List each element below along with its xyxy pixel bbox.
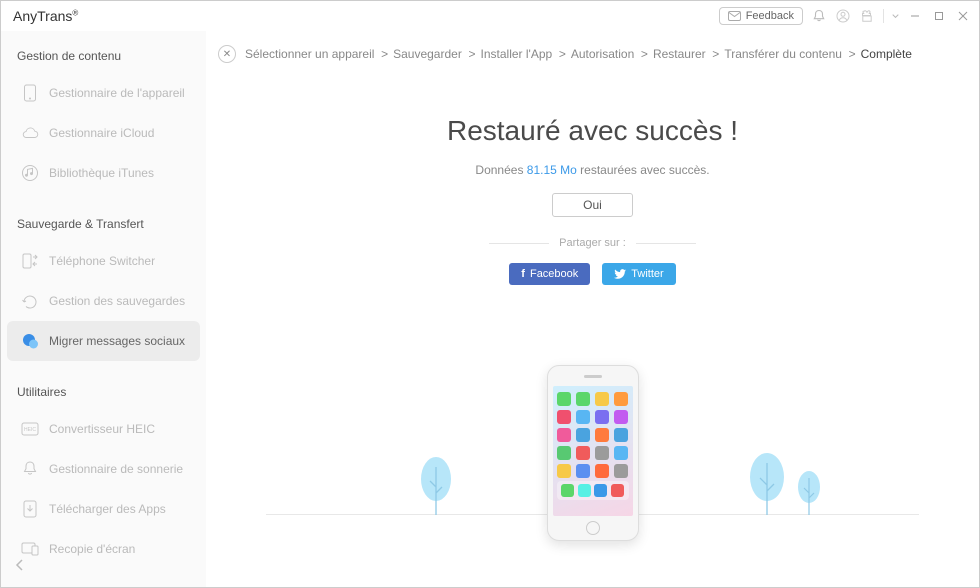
app-icon bbox=[576, 428, 590, 442]
app-icon bbox=[576, 446, 590, 460]
window-controls: Feedback bbox=[719, 7, 971, 25]
app-icon bbox=[557, 392, 571, 406]
tree-icon bbox=[416, 457, 456, 515]
sidebar-item-label: Recopie d'écran bbox=[49, 542, 135, 556]
sidebar-section-content: Gestion de contenu bbox=[1, 43, 206, 73]
illustration bbox=[266, 359, 919, 549]
success-subline: Données 81.15 Mo restaurées avec succès. bbox=[206, 163, 979, 177]
sidebar-item-social-messages[interactable]: Migrer messages sociaux bbox=[7, 321, 200, 361]
sidebar-item-switcher[interactable]: Téléphone Switcher bbox=[7, 241, 200, 281]
breadcrumb-close-icon[interactable]: ✕ bbox=[218, 45, 236, 63]
breadcrumb-step-active[interactable]: Complète bbox=[861, 47, 912, 61]
breadcrumb-step[interactable]: Installer l'App > bbox=[481, 47, 566, 61]
feedback-label: Feedback bbox=[746, 10, 794, 22]
facebook-icon: f bbox=[521, 268, 525, 280]
dock-app-icon bbox=[561, 484, 574, 497]
dock-app-icon bbox=[594, 484, 607, 497]
sidebar-section-utilities: Utilitaires bbox=[1, 379, 206, 409]
breadcrumb-step[interactable]: Sélectionner un appareil > bbox=[245, 47, 388, 61]
sidebar-item-label: Gestion des sauvegardes bbox=[49, 294, 185, 308]
twitter-icon bbox=[614, 269, 626, 279]
share-label: Partager sur : bbox=[559, 237, 626, 249]
maximize-icon[interactable] bbox=[931, 8, 947, 24]
app-icon bbox=[557, 410, 571, 424]
tree-icon bbox=[794, 471, 824, 515]
sidebar-item-label: Gestionnaire de l'appareil bbox=[49, 86, 185, 100]
sidebar-collapse-icon[interactable] bbox=[15, 558, 25, 577]
sidebar-item-label: Bibliothèque iTunes bbox=[49, 166, 154, 180]
sidebar-section-backup: Sauvegarde & Transfert bbox=[1, 211, 206, 241]
music-icon bbox=[21, 164, 39, 182]
app-icon bbox=[557, 464, 571, 478]
minimize-icon[interactable] bbox=[907, 8, 923, 24]
breadcrumb-step[interactable]: Sauvegarder > bbox=[393, 47, 475, 61]
facebook-button[interactable]: fFacebook bbox=[509, 263, 590, 285]
brand: AnyTrans® bbox=[13, 8, 78, 24]
switch-icon bbox=[21, 252, 39, 270]
sidebar-item-icloud[interactable]: Gestionnaire iCloud bbox=[7, 113, 200, 153]
app-icon bbox=[576, 410, 590, 424]
dock-app-icon bbox=[578, 484, 591, 497]
sidebar-item-ringtone[interactable]: Gestionnaire de sonnerie bbox=[7, 449, 200, 489]
sidebar-item-label: Gestionnaire de sonnerie bbox=[49, 462, 183, 476]
sidebar-item-label: Téléphone Switcher bbox=[49, 254, 155, 268]
sidebar: Gestion de contenu Gestionnaire de l'app… bbox=[1, 31, 206, 587]
app-icon bbox=[595, 392, 609, 406]
dock-app-icon bbox=[611, 484, 624, 497]
breadcrumb-step[interactable]: Autorisation > bbox=[571, 47, 648, 61]
tree-icon bbox=[745, 453, 789, 515]
mirror-icon bbox=[21, 540, 39, 558]
restored-size: 81.15 Mo bbox=[527, 163, 577, 177]
success-title: Restauré avec succès ! bbox=[206, 115, 979, 147]
sidebar-item-itunes[interactable]: Bibliothèque iTunes bbox=[7, 153, 200, 193]
sidebar-item-label: Gestionnaire iCloud bbox=[49, 126, 154, 140]
sidebar-item-label: Télécharger des Apps bbox=[49, 502, 166, 516]
breadcrumb: ✕ Sélectionner un appareil > Sauvegarder… bbox=[206, 31, 979, 73]
account-icon[interactable] bbox=[835, 8, 851, 24]
titlebar: AnyTrans® Feedback bbox=[1, 1, 979, 31]
sidebar-item-label: Migrer messages sociaux bbox=[49, 334, 185, 348]
ok-button[interactable]: Oui bbox=[552, 193, 633, 217]
sidebar-item-label: Convertisseur HEIC bbox=[49, 422, 155, 436]
cloud-icon bbox=[21, 124, 39, 142]
feedback-button[interactable]: Feedback bbox=[719, 7, 803, 25]
app-icon bbox=[557, 428, 571, 442]
svg-text:HEIC: HEIC bbox=[24, 427, 36, 433]
app-icon bbox=[614, 428, 628, 442]
app-icon bbox=[595, 410, 609, 424]
app-icon bbox=[614, 392, 628, 406]
close-icon[interactable] bbox=[955, 8, 971, 24]
main-panel: ✕ Sélectionner un appareil > Sauvegarder… bbox=[206, 31, 979, 587]
sidebar-item-screen-mirror[interactable]: Recopie d'écran bbox=[7, 529, 200, 569]
app-icon bbox=[595, 428, 609, 442]
sidebar-item-backups[interactable]: Gestion des sauvegardes bbox=[7, 281, 200, 321]
app-icon bbox=[595, 464, 609, 478]
backup-icon bbox=[21, 292, 39, 310]
sidebar-item-device-manager[interactable]: Gestionnaire de l'appareil bbox=[7, 73, 200, 113]
app-icon bbox=[614, 410, 628, 424]
sidebar-item-heic[interactable]: HEIC Convertisseur HEIC bbox=[7, 409, 200, 449]
app-icon bbox=[576, 392, 590, 406]
bell-icon bbox=[21, 460, 39, 478]
breadcrumb-step[interactable]: Restaurer > bbox=[653, 47, 719, 61]
phone-illustration bbox=[547, 365, 639, 541]
breadcrumb-step[interactable]: Transférer du contenu > bbox=[724, 47, 855, 61]
app-icon bbox=[614, 446, 628, 460]
twitter-button[interactable]: Twitter bbox=[602, 263, 675, 285]
app-icon bbox=[557, 446, 571, 460]
chat-icon bbox=[21, 332, 39, 350]
phone-icon bbox=[21, 84, 39, 102]
app-icon bbox=[576, 464, 590, 478]
gift-icon[interactable] bbox=[859, 8, 875, 24]
app-icon bbox=[614, 464, 628, 478]
mail-icon bbox=[728, 11, 741, 21]
sidebar-item-download-apps[interactable]: Télécharger des Apps bbox=[7, 489, 200, 529]
notification-icon[interactable] bbox=[811, 8, 827, 24]
dropdown-icon[interactable] bbox=[883, 9, 899, 23]
app-icon bbox=[595, 446, 609, 460]
heic-icon: HEIC bbox=[21, 420, 39, 438]
share-divider: Partager sur : bbox=[206, 237, 979, 249]
success-content: Restauré avec succès ! Données 81.15 Mo … bbox=[206, 73, 979, 585]
download-icon bbox=[21, 500, 39, 518]
